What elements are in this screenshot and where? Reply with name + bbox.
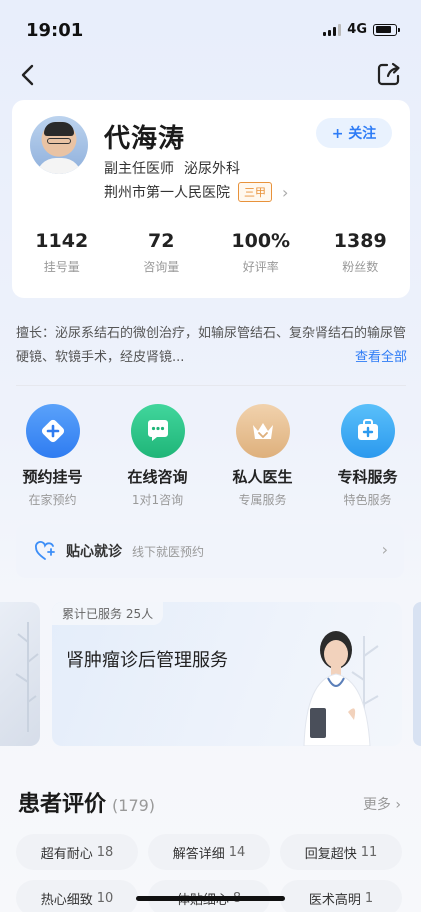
doctor-name: 代海涛 — [104, 124, 186, 154]
stat-registrations: 1142 挂号量 — [12, 230, 112, 275]
stat-label: 咨询量 — [143, 260, 180, 274]
care-subtitle: 线下就医预约 — [132, 544, 205, 559]
tag-label: 回复超快 — [304, 846, 357, 862]
tag-count: 1 — [364, 890, 374, 906]
service-private-doctor[interactable]: 私人医生 专属服务 — [210, 404, 315, 508]
service-grid: 预约挂号 在家预约 在线咨询 1对1咨询 私人医生 专属服务 专科服务 特色服务 — [0, 404, 421, 508]
tag-count: 18 — [96, 844, 114, 860]
chevron-right-icon: › — [381, 540, 388, 559]
tag-label: 超有耐心 — [40, 846, 93, 862]
home-indicator[interactable] — [136, 896, 285, 901]
tag-count: 14 — [228, 844, 246, 860]
stat-followers: 1389 粉丝数 — [311, 230, 411, 275]
service-sub: 特色服务 — [343, 493, 392, 507]
chat-bubble-icon — [130, 404, 185, 458]
share-button[interactable] — [375, 60, 403, 88]
service-sub: 在家预约 — [28, 493, 77, 507]
follow-button[interactable]: + 关注 — [316, 118, 392, 148]
stat-label: 挂号量 — [43, 260, 80, 274]
avatar — [30, 116, 88, 174]
carousel-prev-card[interactable] — [0, 602, 40, 746]
review-tag[interactable]: 超有耐心 18 — [16, 834, 138, 870]
medical-kit-icon — [340, 404, 395, 458]
status-time: 19:01 — [26, 20, 84, 41]
crown-icon — [235, 404, 290, 458]
service-label: 在线咨询 — [127, 468, 188, 486]
reviews-more-link[interactable]: 更多 › — [363, 794, 401, 814]
hospital-link[interactable]: 荆州市第一人民医院 三甲 › — [104, 182, 288, 202]
divider — [16, 385, 406, 386]
view-all-link[interactable]: 查看全部 — [355, 346, 407, 365]
chevron-right-icon: › — [282, 182, 289, 202]
served-count-tag: 累计已服务 25人 — [52, 602, 164, 625]
reviews-title: 患者评价 — [18, 792, 107, 817]
signal-icon — [323, 23, 342, 36]
review-tag[interactable]: 医术高明 1 — [280, 880, 402, 912]
service-sub: 1对1咨询 — [131, 493, 184, 507]
decor-branch-icon — [15, 622, 39, 732]
banner-title: 肾肿瘤诊后管理服务 — [66, 650, 228, 671]
back-button[interactable] — [14, 60, 44, 90]
stat-positive-rate: 100% 好评率 — [211, 230, 311, 275]
service-banner[interactable]: 累计已服务 25人 肾肿瘤诊后管理服务 — [52, 602, 402, 746]
service-label: 预约挂号 — [22, 468, 83, 486]
service-label: 专科服务 — [337, 468, 398, 486]
reviews-heading: 患者评价 (179) — [18, 786, 155, 818]
stat-value: 72 — [148, 230, 175, 252]
review-tag[interactable]: 回复超快 11 — [280, 834, 402, 870]
stat-consultations: 72 咨询量 — [112, 230, 212, 275]
status-indicators: 4G — [323, 22, 400, 37]
service-appointment[interactable]: 预约挂号 在家预约 — [0, 404, 105, 508]
nav-bar — [0, 58, 421, 92]
hospital-grade-badge: 三甲 — [238, 182, 272, 202]
review-tag[interactable]: 解答详细 14 — [148, 834, 270, 870]
plus-diamond-icon — [25, 404, 80, 458]
service-label: 私人医生 — [232, 468, 293, 486]
doctor-title: 副主任医师 — [104, 161, 174, 177]
tag-label: 热心细致 — [40, 892, 93, 908]
care-visit-bar[interactable]: 贴心就诊 线下就医预约 › — [16, 524, 404, 578]
doctor-department: 泌尿外科 — [184, 161, 240, 177]
service-specialty[interactable]: 专科服务 特色服务 — [315, 404, 420, 508]
doctor-profile-card: 代海涛 + 关注 副主任医师 泌尿外科 荆州市第一人民医院 三甲 › 1142 挂… — [12, 100, 410, 298]
network-label: 4G — [347, 22, 367, 37]
hospital-name: 荆州市第一人民医院 — [104, 185, 230, 201]
more-label: 更多 — [362, 797, 391, 813]
doctor-stats: 1142 挂号量 72 咨询量 100% 好评率 1389 粉丝数 — [12, 230, 410, 275]
heart-plus-icon — [35, 541, 55, 560]
tag-count: 11 — [360, 844, 378, 860]
specialty-text: 擅长：泌尿系结石的微创治疗，如输尿管结石、复杂肾结石的输尿管硬镜、软镜手术，经皮… — [16, 326, 407, 365]
share-icon — [377, 62, 400, 86]
care-title: 贴心就诊 — [66, 544, 122, 560]
tag-label: 解答详细 — [172, 846, 225, 862]
status-bar: 19:01 4G — [0, 0, 421, 56]
review-tag[interactable]: 热心细致 10 — [16, 880, 138, 912]
stat-value: 100% — [231, 230, 291, 252]
chevron-right-icon: › — [390, 797, 401, 813]
stat-label: 粉丝数 — [342, 260, 379, 274]
stat-value: 1389 — [333, 230, 387, 252]
stat-value: 1142 — [35, 230, 89, 252]
reviews-count: (179) — [112, 796, 156, 815]
chevron-left-icon — [21, 64, 34, 86]
service-sub: 专属服务 — [238, 493, 287, 507]
doctor-title-line: 副主任医师 泌尿外科 — [104, 158, 240, 178]
doctor-illustration-icon — [303, 631, 379, 746]
stat-label: 好评率 — [242, 260, 279, 274]
tag-count: 10 — [96, 890, 114, 906]
service-online-consult[interactable]: 在线咨询 1对1咨询 — [105, 404, 210, 508]
carousel-next-card[interactable] — [413, 602, 421, 746]
battery-icon — [373, 23, 400, 36]
tag-label: 医术高明 — [308, 892, 361, 908]
